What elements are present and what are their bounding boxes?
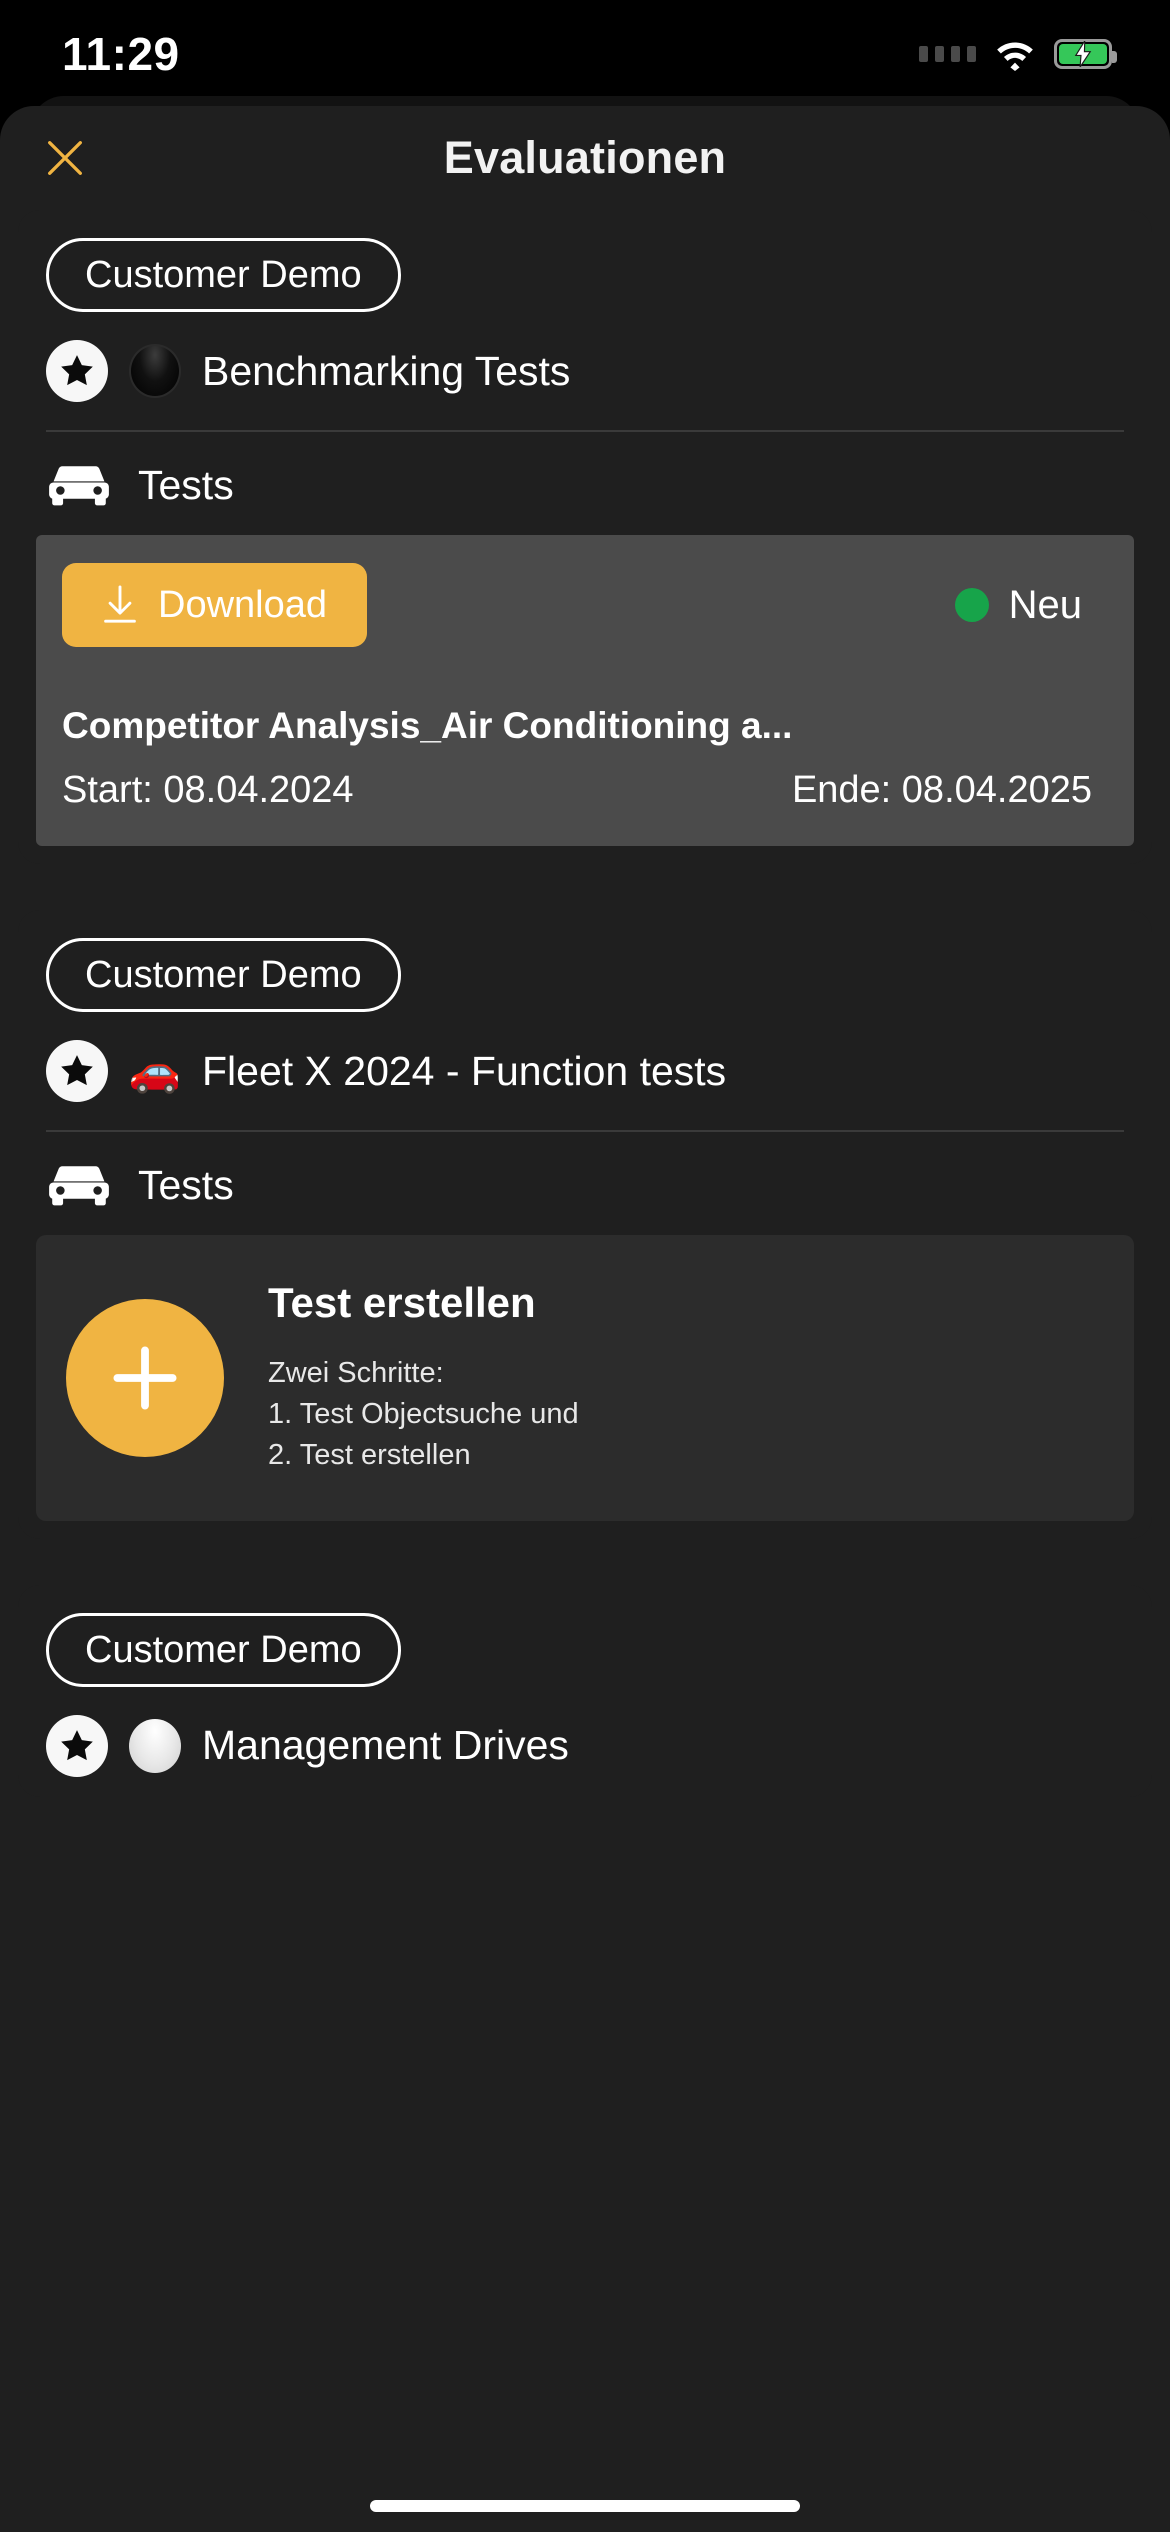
evaluations-list[interactable]: Customer Demo Benchmarking Tests Tests D…: [0, 210, 1170, 2532]
section-tests-row[interactable]: Tests: [18, 432, 1152, 535]
evaluation-card[interactable]: Customer Demo Benchmarking Tests Tests D…: [18, 210, 1152, 864]
status-indicators: [919, 37, 1117, 71]
card-header: Customer Demo Management Drives: [18, 1585, 1152, 1797]
download-arrow-icon: [104, 585, 136, 623]
create-test-text: Test erstellen Zwei Schritte: 1. Test Obj…: [268, 1279, 1104, 1477]
status-badge-label: Neu: [1008, 582, 1082, 627]
white-circle-emoji: [128, 1718, 182, 1773]
signal-dots-icon: [919, 46, 976, 62]
section-tests-row[interactable]: Tests: [18, 1132, 1152, 1235]
star-icon[interactable]: [46, 1714, 108, 1777]
page-title: Evaluationen: [443, 132, 727, 183]
status-time: 11:29: [62, 28, 180, 80]
status-badge: Neu: [954, 582, 1082, 628]
section-label: Tests: [138, 1162, 234, 1208]
project-name: Benchmarking Tests: [202, 347, 571, 394]
red-car-emoji: 🚗: [128, 1047, 182, 1094]
close-button[interactable]: [30, 123, 100, 193]
create-test-subtitle: Zwei Schritte: 1. Test Objectsuche und 2. …: [268, 1357, 579, 1472]
car-front-icon: [49, 1165, 109, 1205]
project-row[interactable]: 🚗 Fleet X 2024 - Function tests: [46, 1040, 1124, 1102]
download-button-label: Download: [158, 584, 327, 626]
card-header: Customer Demo 🚗 Fleet X 2024 - Function …: [18, 910, 1152, 1122]
download-panel[interactable]: Download Neu Competitor Analysis_Air Con…: [36, 535, 1134, 846]
project-name: Fleet X 2024 - Function tests: [202, 1047, 727, 1094]
star-icon[interactable]: [46, 340, 108, 402]
download-panel-top: Download Neu: [62, 563, 1108, 647]
plus-icon: [113, 1346, 177, 1410]
create-test-panel[interactable]: Test erstellen Zwei Schritte: 1. Test Obj…: [36, 1235, 1134, 1521]
customer-pill[interactable]: Customer Demo: [46, 938, 401, 1012]
project-name: Management Drives: [202, 1722, 569, 1769]
customer-pill[interactable]: Customer Demo: [46, 238, 401, 312]
modal-header: Evaluationen: [0, 106, 1170, 210]
status-dot-icon: [954, 588, 989, 622]
add-test-button[interactable]: [66, 1298, 224, 1457]
download-button[interactable]: Download: [62, 563, 367, 647]
home-indicator: [370, 2500, 800, 2512]
project-row[interactable]: Benchmarking Tests: [46, 340, 1124, 402]
evaluation-title: Competitor Analysis_Air Conditioning a..…: [62, 705, 793, 746]
evaluation-card[interactable]: Customer Demo Management Drives: [18, 1584, 1152, 1797]
evaluation-card[interactable]: Customer Demo 🚗 Fleet X 2024 - Function …: [18, 910, 1152, 1539]
end-date: Ende: 08.04.2025: [791, 769, 1092, 811]
customer-pill[interactable]: Customer Demo: [46, 1612, 401, 1687]
close-x-icon: [48, 141, 82, 175]
battery-charging-icon: [1054, 39, 1117, 69]
project-row[interactable]: Management Drives: [46, 1714, 1124, 1777]
car-front-icon: [49, 465, 109, 505]
star-icon[interactable]: [46, 1040, 108, 1102]
create-test-title: Test erstellen: [268, 1279, 536, 1326]
status-bar: 11:29: [0, 0, 1170, 108]
section-label: Tests: [138, 462, 234, 508]
black-circle-emoji: [128, 344, 182, 398]
start-date: Start: 08.04.2024: [62, 769, 354, 811]
card-header: Customer Demo Benchmarking Tests: [18, 210, 1152, 422]
evaluations-modal-sheet: Evaluationen Customer Demo Benchmarking …: [0, 106, 1170, 2532]
evaluation-dates: Start: 08.04.2024 Ende: 08.04.2025: [62, 769, 1108, 812]
wifi-icon: [997, 42, 1033, 71]
